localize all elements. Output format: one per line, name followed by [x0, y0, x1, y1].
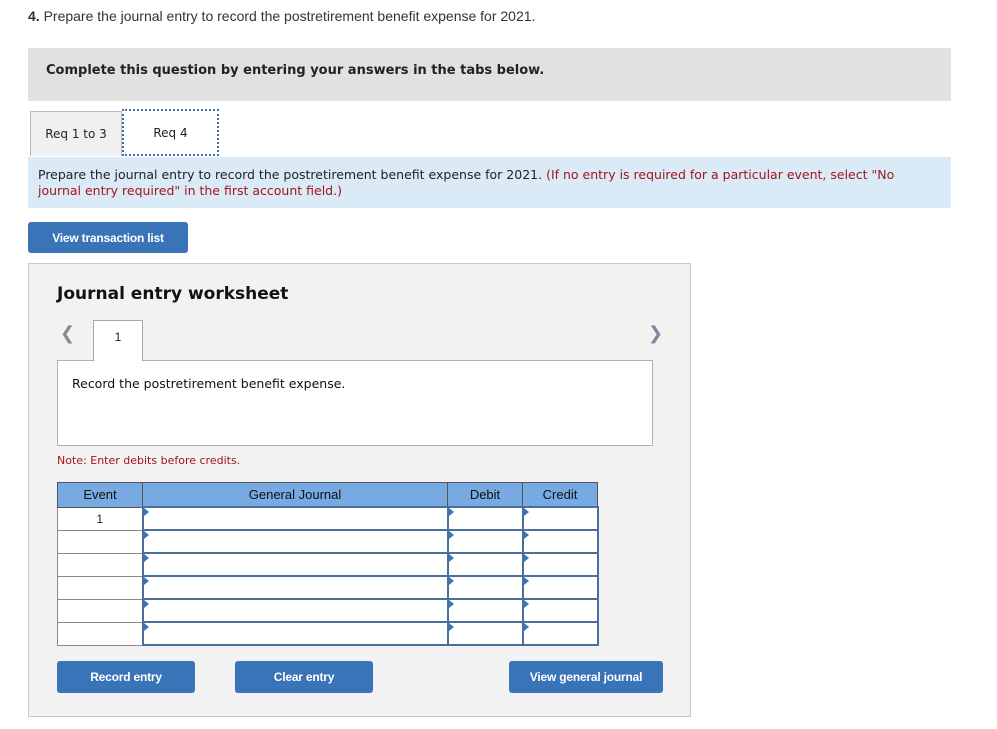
credit-input[interactable]: [521, 552, 599, 577]
tab-req-1-to-3[interactable]: Req 1 to 3: [30, 111, 122, 156]
clear-entry-button[interactable]: Clear entry: [235, 661, 373, 693]
instructions-banner: Complete this question by entering your …: [28, 48, 951, 101]
entry-description-box: Record the postretirement benefit expens…: [57, 360, 653, 446]
chevron-right-icon[interactable]: ❯: [648, 323, 663, 344]
question-title: 4. Prepare the journal entry to record t…: [28, 8, 535, 24]
col-general-journal: General Journal: [142, 482, 448, 508]
table-row: [57, 552, 599, 577]
debit-input[interactable]: [446, 506, 524, 531]
debit-input[interactable]: [446, 575, 524, 600]
col-debit: Debit: [447, 482, 523, 508]
credit-input[interactable]: [521, 621, 599, 646]
col-credit: Credit: [522, 482, 598, 508]
entry-description: Record the postretirement benefit expens…: [72, 376, 346, 391]
debits-note: Note: Enter debits before credits.: [57, 454, 241, 467]
account-input[interactable]: [141, 529, 449, 554]
debit-input[interactable]: [446, 621, 524, 646]
table-row: [57, 598, 599, 623]
debit-input[interactable]: [446, 598, 524, 623]
credit-input[interactable]: [521, 506, 599, 531]
event-cell: 1: [57, 506, 143, 531]
question-number: 4.: [28, 8, 40, 24]
account-input[interactable]: [141, 575, 449, 600]
account-input[interactable]: [141, 506, 449, 531]
view-general-journal-button[interactable]: View general journal: [509, 661, 663, 693]
debit-input[interactable]: [446, 552, 524, 577]
event-cell: [57, 552, 143, 577]
table-row: [57, 529, 599, 554]
account-input[interactable]: [141, 598, 449, 623]
event-cell: [57, 575, 143, 600]
credit-input[interactable]: [521, 529, 599, 554]
chevron-left-icon[interactable]: ❮: [60, 323, 75, 344]
question-text: Prepare the journal entry to record the …: [43, 8, 536, 24]
tab-req-4[interactable]: Req 4: [122, 109, 219, 156]
table-row: [57, 575, 599, 600]
table-header-row: Event General Journal Debit Credit: [57, 482, 598, 508]
event-cell: [57, 598, 143, 623]
view-transaction-list-button[interactable]: View transaction list: [28, 222, 188, 253]
account-input[interactable]: [141, 552, 449, 577]
event-cell: [57, 529, 143, 554]
credit-input[interactable]: [521, 598, 599, 623]
record-entry-button[interactable]: Record entry: [57, 661, 195, 693]
table-row: [57, 621, 599, 646]
credit-input[interactable]: [521, 575, 599, 600]
table-row: 1: [57, 506, 599, 531]
event-cell: [57, 621, 143, 646]
col-event: Event: [57, 482, 143, 508]
instruction-text: Prepare the journal entry to record the …: [38, 167, 543, 182]
worksheet-page-tab[interactable]: 1: [93, 320, 143, 361]
journal-entry-worksheet: Journal entry worksheet ❮ 1 ❯ Record the…: [28, 263, 691, 717]
banner-text: Complete this question by entering your …: [46, 63, 545, 78]
worksheet-title: Journal entry worksheet: [57, 284, 289, 304]
instruction-panel: Prepare the journal entry to record the …: [28, 157, 951, 208]
debit-input[interactable]: [446, 529, 524, 554]
account-input[interactable]: [141, 621, 449, 646]
requirement-tabs: Req 1 to 3 Req 4: [28, 109, 951, 158]
journal-table: Event General Journal Debit Credit 1: [57, 482, 599, 646]
